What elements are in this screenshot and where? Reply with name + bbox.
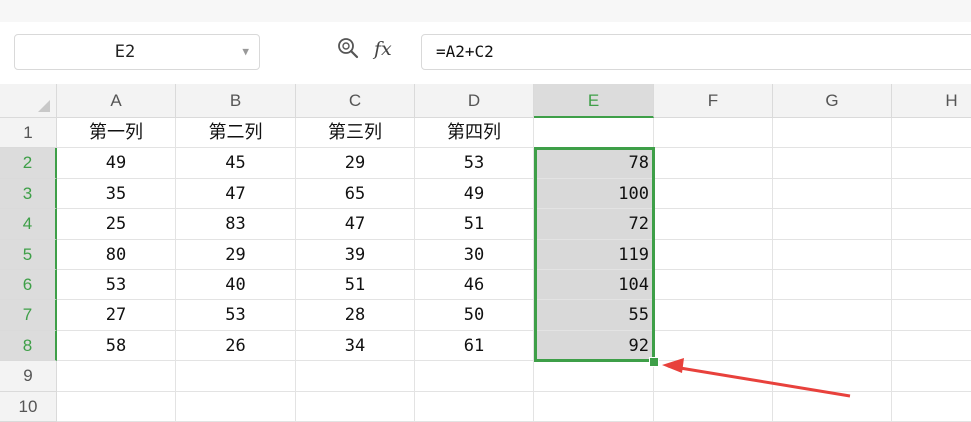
annotation-arrow: [662, 358, 851, 398]
annotation-arrow-head: [662, 358, 684, 373]
annotation-arrow-line: [667, 364, 851, 398]
